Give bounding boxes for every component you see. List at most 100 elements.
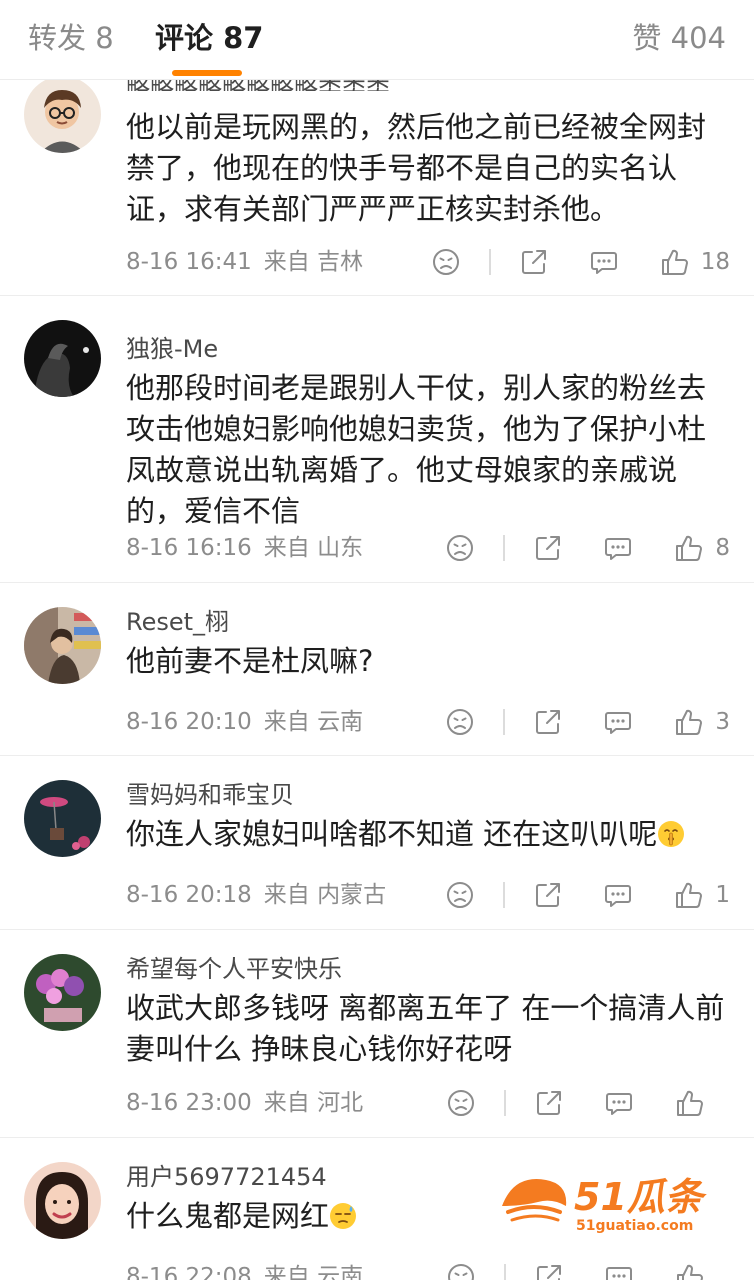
- comment-location: 来自 内蒙古: [263, 882, 387, 908]
- share-button[interactable]: [533, 707, 563, 737]
- share-icon: [521, 250, 546, 274]
- comment-meta: 8-16 16:41 来自 吉林: [126, 247, 363, 277]
- like-button[interactable]: 8: [673, 533, 730, 563]
- dislike-icon: [448, 1090, 474, 1116]
- reply-button[interactable]: [604, 1088, 634, 1118]
- comment-item: 略略略略略略略略类类类 他以前是玩网黑的，然后他之前已经被全网封禁了，他现在的快…: [0, 74, 754, 296]
- comment-time: 8-16 16:41: [126, 249, 252, 275]
- comment-text: 他以前是玩网黑的，然后他之前已经被全网封禁了，他现在的快手号都不是自己的实名认证…: [126, 110, 707, 226]
- share-button[interactable]: [533, 533, 563, 563]
- like-button[interactable]: [674, 1262, 730, 1280]
- comment-author[interactable]: 雪妈妈和乖宝贝: [126, 780, 294, 810]
- comment-actions: 8: [445, 533, 730, 563]
- comment-text: 他那段时间老是跟别人干仗，别人家的粉丝去攻击他媳妇影响他媳妇卖货，他为了保护小杜…: [126, 371, 707, 528]
- divider: [504, 1264, 506, 1280]
- comment-time: 8-16 20:18: [126, 882, 252, 908]
- dislike-button[interactable]: [446, 1262, 476, 1280]
- like-button[interactable]: 1: [673, 880, 730, 910]
- reply-button[interactable]: [604, 1262, 634, 1280]
- comment-text: 你连人家媳妇叫啥都不知道 还在这叭叭呢: [126, 814, 746, 855]
- dislike-icon: [432, 249, 459, 275]
- comment-time: 8-16 23:00: [126, 1090, 252, 1116]
- comment-author[interactable]: 希望每个人平安快乐: [126, 954, 342, 984]
- share-icon: [537, 1265, 561, 1280]
- sweat-emoji: [330, 1203, 357, 1229]
- comment-item: Reset_栩 他前妻不是杜凤嘛? 8-16 20:10 来自 云南 3: [0, 583, 754, 756]
- watermark-domain: 51guatiao.com: [576, 1218, 693, 1234]
- comment-time: 8-16 22:08: [126, 1264, 252, 1280]
- share-button[interactable]: [533, 880, 563, 910]
- dislike-button[interactable]: [445, 533, 475, 563]
- reply-button[interactable]: [589, 247, 619, 277]
- share-icon: [536, 710, 561, 734]
- watermark-brand: 51瓜条: [574, 1175, 707, 1219]
- tab-comments[interactable]: 评论 87: [155, 18, 263, 58]
- comment-actions: 18: [431, 247, 730, 277]
- share-button[interactable]: [534, 1088, 564, 1118]
- comment-text: 收武大郎多钱呀 离都离五年了 在一个搞清人前妻叫什么 挣昧良心钱你好花呀: [126, 991, 725, 1066]
- dislike-button[interactable]: [431, 247, 461, 277]
- comment-time: 8-16 20:10: [126, 709, 252, 735]
- like-icon: [676, 709, 703, 735]
- active-tab-indicator: [172, 70, 242, 76]
- reply-button[interactable]: [603, 533, 633, 563]
- avatar[interactable]: [24, 1162, 101, 1239]
- dislike-icon: [448, 1264, 474, 1280]
- comment-list: 略略略略略略略略类类类 他以前是玩网黑的，然后他之前已经被全网封禁了，他现在的快…: [0, 74, 754, 1280]
- comment-icon: [605, 885, 632, 907]
- shush-emoji: [658, 821, 685, 847]
- avatar[interactable]: [24, 780, 101, 857]
- comment-item: 独狼-Me 他那段时间老是跟别人干仗，别人家的粉丝去攻击他媳妇影响他媳妇卖货，他…: [0, 296, 754, 583]
- like-icon: [661, 249, 688, 275]
- reply-button[interactable]: [603, 707, 633, 737]
- like-button[interactable]: 18: [659, 247, 730, 277]
- comment-text: 他前妻不是杜凤嘛?: [126, 644, 374, 678]
- comment-actions: 1: [445, 880, 730, 910]
- comment-icon: [606, 1093, 632, 1115]
- share-icon: [536, 883, 561, 907]
- comment-meta: 8-16 20:18 来自 内蒙古: [126, 880, 386, 910]
- share-button[interactable]: [519, 247, 549, 277]
- avatar[interactable]: [24, 76, 101, 153]
- watermark-logo: 51瓜条 51guatiao.com: [502, 1175, 707, 1234]
- avatar[interactable]: [24, 320, 101, 397]
- comment-meta: 8-16 23:00 来自 河北: [126, 1088, 363, 1118]
- comment-author[interactable]: 用户5697721454: [126, 1162, 327, 1192]
- avatar[interactable]: [24, 607, 101, 684]
- comment-meta: 8-16 22:08 来自 云南: [126, 1262, 363, 1280]
- reply-button[interactable]: [603, 880, 633, 910]
- avatar[interactable]: [24, 954, 101, 1031]
- tab-likes[interactable]: 赞 404: [632, 18, 726, 58]
- like-icon: [676, 535, 703, 561]
- comment-meta: 8-16 20:10 来自 云南: [126, 707, 363, 737]
- tab-repost[interactable]: 转发 8: [28, 18, 114, 58]
- comment-author[interactable]: 独狼-Me: [126, 334, 218, 364]
- comment-actions: [446, 1262, 730, 1280]
- comment-location: 来自 云南: [263, 709, 364, 735]
- share-button[interactable]: [534, 1262, 564, 1280]
- dislike-button[interactable]: [446, 1088, 476, 1118]
- comment-location: 来自 河北: [263, 1090, 364, 1116]
- dislike-icon: [447, 535, 474, 561]
- like-button[interactable]: [674, 1088, 730, 1118]
- like-count: 3: [715, 709, 730, 735]
- comment-author[interactable]: Reset_栩: [126, 607, 229, 637]
- divider: [504, 1090, 506, 1116]
- comment-icon: [605, 538, 632, 560]
- dislike-button[interactable]: [445, 880, 475, 910]
- comment-text: 什么鬼都是网红: [126, 1196, 526, 1237]
- divider: [503, 535, 506, 561]
- like-button[interactable]: 3: [673, 707, 730, 737]
- comment-time: 8-16 16:16: [126, 535, 252, 561]
- comment-icon: [605, 712, 632, 734]
- comment-actions: [446, 1088, 730, 1118]
- like-icon: [677, 1090, 703, 1116]
- like-icon: [677, 1264, 703, 1280]
- dislike-button[interactable]: [445, 707, 475, 737]
- divider: [488, 249, 491, 275]
- comment-location: 来自 云南: [263, 1264, 364, 1280]
- comment-text-body: 什么鬼都是网红: [126, 1199, 330, 1233]
- comment-icon: [606, 1267, 632, 1280]
- like-count: 8: [715, 535, 730, 561]
- like-count: 1: [715, 882, 730, 908]
